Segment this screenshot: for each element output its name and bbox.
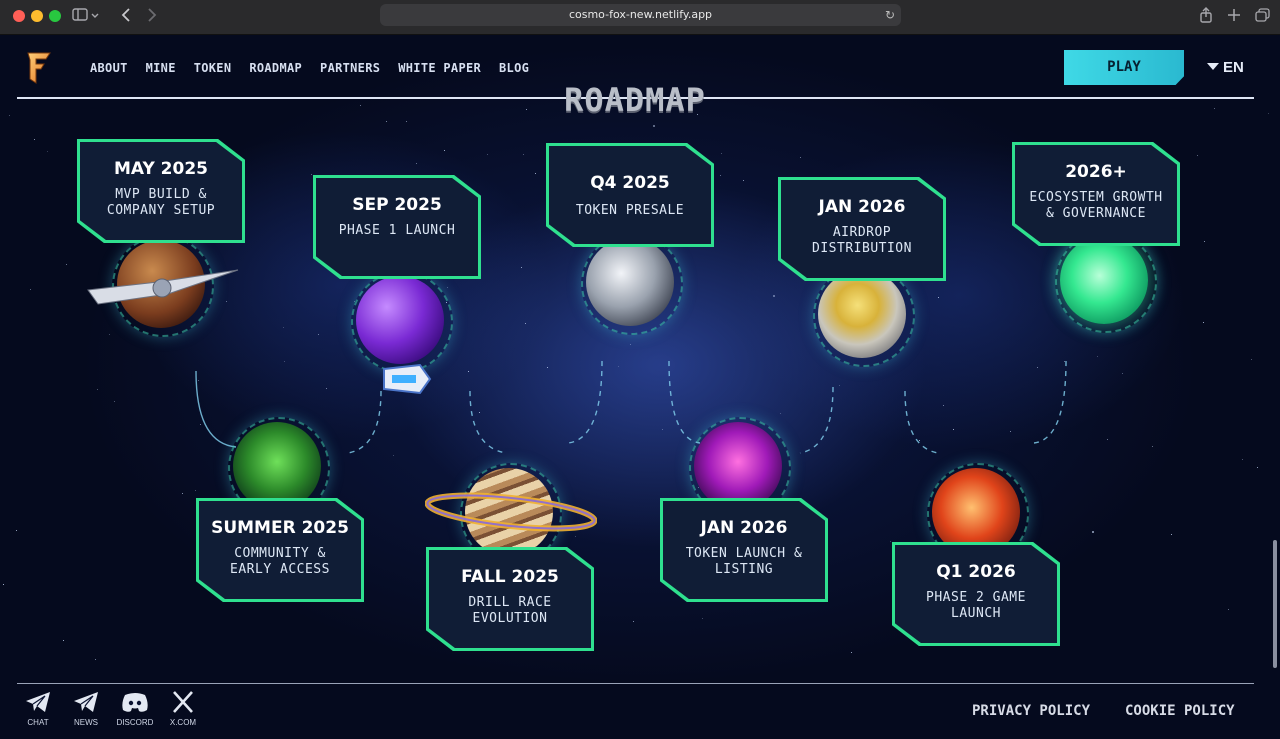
maximize-window-button[interactable] bbox=[49, 10, 61, 22]
telegram-icon bbox=[26, 692, 50, 712]
milestone-date: SUMMER 2025 bbox=[211, 518, 349, 538]
milestone-description: PHASE 1 LAUNCH bbox=[338, 223, 456, 238]
milestone-date: 2026+ bbox=[1065, 162, 1127, 182]
milestone-description: PHASE 2 GAME LAUNCH bbox=[926, 590, 1026, 621]
milestone-card: MAY 2025 MVP BUILD & COMPANY SETUP bbox=[77, 139, 245, 243]
milestone-card: Q4 2025 TOKEN PRESALE bbox=[546, 143, 714, 247]
discord-icon bbox=[122, 693, 148, 712]
address-bar[interactable]: cosmo-fox-new.netlify.app ↻ bbox=[380, 4, 901, 26]
milestone-description: ECOSYSTEM GROWTH & GOVERNANCE bbox=[1029, 190, 1163, 221]
planet-ring bbox=[425, 492, 597, 532]
minimize-window-button[interactable] bbox=[31, 10, 43, 22]
purple-planet-icon bbox=[356, 276, 444, 364]
roadmap-page: ABOUT MINE TOKEN ROADMAP PARTNERS WHITE … bbox=[0, 35, 1280, 739]
green-energy-planet-icon bbox=[1060, 236, 1148, 324]
x-link[interactable]: X.COM bbox=[158, 691, 208, 727]
chat-label: CHAT bbox=[27, 718, 49, 727]
sidebar-icon[interactable] bbox=[72, 6, 100, 29]
milestone-date: Q4 2025 bbox=[590, 173, 670, 193]
milestone-date: SEP 2025 bbox=[352, 195, 442, 215]
close-window-button[interactable] bbox=[13, 10, 25, 22]
news-link[interactable]: NEWS bbox=[61, 691, 111, 727]
news-label: NEWS bbox=[74, 718, 98, 727]
milestone-description: DRILL RACE EVOLUTION bbox=[468, 595, 552, 626]
milestone-date: JAN 2026 bbox=[818, 197, 906, 217]
milestone-date: MAY 2025 bbox=[114, 159, 208, 179]
spaceship-icon bbox=[87, 269, 239, 305]
milestone-description: AIRDROP DISTRIBUTION bbox=[812, 225, 912, 256]
discord-label: DISCORD bbox=[116, 718, 154, 727]
milestone-card: 2026+ ECOSYSTEM GROWTH & GOVERNANCE bbox=[1012, 142, 1180, 246]
back-icon[interactable] bbox=[120, 6, 132, 29]
share-icon[interactable] bbox=[1199, 6, 1213, 29]
url-text: cosmo-fox-new.netlify.app bbox=[568, 8, 713, 21]
rocket-ship-icon bbox=[383, 363, 432, 395]
discord-link[interactable]: DISCORD bbox=[110, 691, 160, 727]
milestone-card: Q1 2026 PHASE 2 GAME LAUNCH bbox=[892, 542, 1060, 646]
milestone-card: JAN 2026 AIRDROP DISTRIBUTION bbox=[778, 177, 946, 281]
milestone-date: Q1 2026 bbox=[936, 562, 1016, 582]
milestone-description: TOKEN PRESALE bbox=[575, 203, 685, 218]
ice-planet-icon bbox=[586, 238, 674, 326]
reload-icon[interactable]: ↻ bbox=[885, 4, 895, 26]
tabs-icon[interactable] bbox=[1255, 6, 1271, 29]
footer-divider bbox=[17, 683, 1254, 684]
milestone-description: COMMUNITY & EARLY ACCESS bbox=[230, 546, 330, 577]
milestone-card: FALL 2025 DRILL RACE EVOLUTION bbox=[426, 547, 594, 651]
milestone-card: SUMMER 2025 COMMUNITY & EARLY ACCESS bbox=[196, 498, 364, 602]
milestone-date: JAN 2026 bbox=[700, 518, 788, 538]
telegram-icon bbox=[74, 692, 98, 712]
new-tab-icon[interactable] bbox=[1227, 6, 1241, 29]
cookie-policy-link[interactable]: COOKIE POLICY bbox=[1125, 703, 1235, 719]
milestone-card: JAN 2026 TOKEN LAUNCH & LISTING bbox=[660, 498, 828, 602]
privacy-policy-link[interactable]: PRIVACY POLICY bbox=[972, 703, 1090, 719]
milestone-card: SEP 2025 PHASE 1 LAUNCH bbox=[313, 175, 481, 279]
x-label: X.COM bbox=[169, 718, 197, 727]
page-scrollbar[interactable] bbox=[1273, 540, 1277, 668]
milestone-description: TOKEN LAUNCH & LISTING bbox=[685, 546, 803, 577]
chat-link[interactable]: CHAT bbox=[13, 691, 63, 727]
forward-icon[interactable] bbox=[146, 6, 158, 29]
toxic-planet-icon bbox=[233, 422, 321, 510]
milestone-date: FALL 2025 bbox=[461, 567, 559, 587]
milestone-description: MVP BUILD & COMPANY SETUP bbox=[106, 187, 216, 218]
golden-planet-icon bbox=[818, 270, 906, 358]
x-icon bbox=[173, 691, 193, 713]
browser-toolbar: cosmo-fox-new.netlify.app ↻ bbox=[0, 0, 1280, 35]
magenta-planet-icon bbox=[694, 422, 782, 510]
